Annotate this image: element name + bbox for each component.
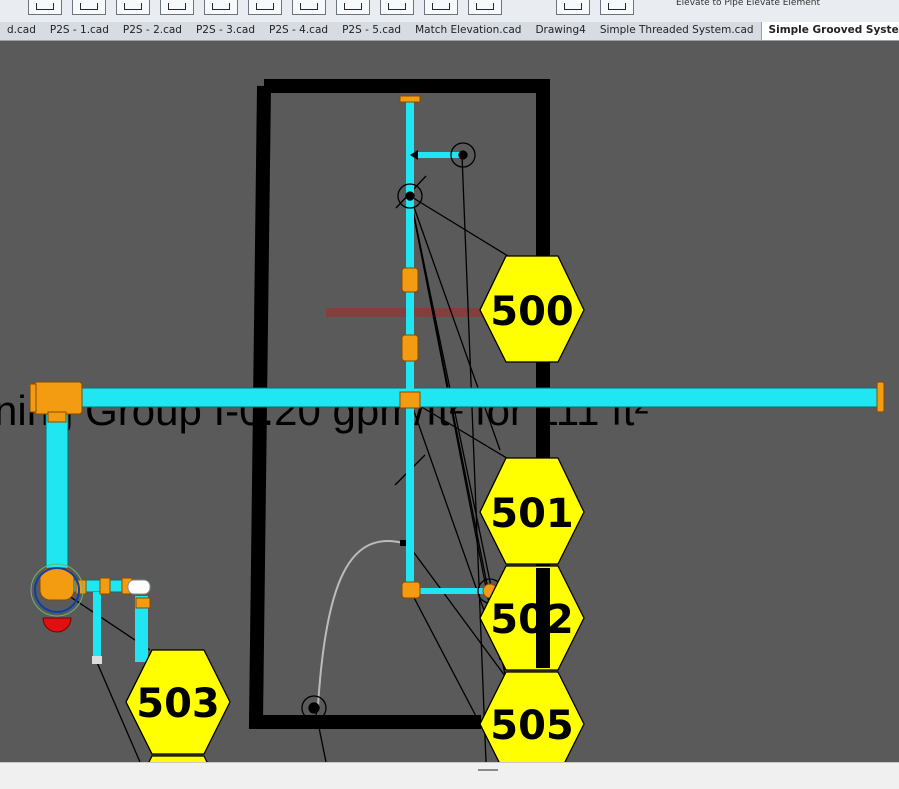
node-label-text: 500	[490, 289, 574, 335]
document-tab[interactable]: Match Elevation.cad	[408, 22, 528, 40]
ribbon-button-frame[interactable]	[336, 0, 370, 15]
document-tab[interactable]: P2S - 2.cad	[116, 22, 189, 40]
document-tab-label: d.cad	[7, 24, 36, 36]
bottom-panel	[0, 762, 899, 789]
document-tab-label: Match Elevation.cad	[415, 24, 522, 36]
ribbon-elevate-text: Elevate to Pipe Elevate Element	[676, 0, 820, 8]
ribbon-button-sheet[interactable]	[204, 0, 238, 15]
node-label-503[interactable]: 503	[125, 649, 231, 755]
pipe-fittings[interactable]	[29, 95, 885, 609]
document-tab-label: P2S - 1.cad	[49, 24, 109, 36]
document-tab-label: P2S - 2.cad	[122, 24, 182, 36]
ribbon-button-window[interactable]	[424, 0, 458, 15]
node-label-text: 501	[490, 491, 574, 537]
document-tab-label: Simple Threaded System.cad	[599, 24, 754, 36]
drawing-canvas[interactable]: ning Group I-0.20 gpm/ft² for 111 ft² 50…	[0, 41, 899, 762]
arm-pipe-top[interactable]	[414, 152, 460, 158]
document-tab[interactable]: P2S - 5.cad	[335, 22, 408, 40]
document-tab-label: P2S - 4.cad	[269, 24, 329, 36]
document-tab-label: Simple Grooved System.cad	[768, 24, 899, 36]
ribbon-button-table[interactable]	[116, 0, 150, 15]
ribbon-button-layout[interactable]	[556, 0, 590, 15]
node-label-text: 502	[490, 597, 574, 643]
document-tab[interactable]: P2S - 3.cad	[189, 22, 262, 40]
ribbon-button-fittings[interactable]	[160, 0, 194, 15]
document-tab-label: P2S - 5.cad	[342, 24, 402, 36]
node-label-502[interactable]: 502	[479, 565, 585, 671]
document-tab-bar: d.cad P2S - 1.cad P2S - 2.cad P2S - 3.cad P2…	[0, 22, 899, 41]
document-tab[interactable]: P2S - 4.cad	[262, 22, 335, 40]
ribbon-button-options[interactable]	[600, 0, 634, 15]
drop-pipe-left[interactable]	[45, 406, 69, 578]
document-tab[interactable]: Simple Threaded System.cad	[593, 22, 761, 40]
document-tab-label: Drawing4	[535, 24, 586, 36]
node-label-500[interactable]: 500	[479, 255, 585, 363]
panel-resize-grip[interactable]	[478, 769, 498, 771]
sprinkler-head[interactable]	[42, 617, 72, 633]
ribbon-button-grid[interactable]	[28, 0, 62, 15]
ribbon-button-layers[interactable]	[72, 0, 106, 15]
ribbon-toolbar: Elevate to Pipe Elevate Element	[0, 0, 899, 23]
document-tab-label: P2S - 3.cad	[195, 24, 256, 36]
ribbon-button-select[interactable]	[248, 0, 282, 15]
node-label-text: 505	[490, 703, 574, 749]
document-tab[interactable]: d.cad	[0, 22, 43, 40]
document-tab[interactable]: Drawing4	[528, 22, 592, 40]
ribbon-button-region[interactable]	[292, 0, 326, 15]
leader-lines	[59, 154, 511, 762]
document-tab[interactable]: P2S - 1.cad	[43, 22, 116, 40]
flex-drop	[317, 540, 404, 707]
node-label-501[interactable]: 501	[479, 457, 585, 565]
main-pipe[interactable]	[39, 387, 884, 408]
node-label-505[interactable]: 505	[479, 671, 585, 762]
ribbon-button-panel[interactable]	[468, 0, 502, 15]
document-tab[interactable]: Simple Grooved System.cad×	[760, 22, 899, 40]
ribbon-button-view[interactable]	[380, 0, 414, 15]
node-label-text: 503	[136, 681, 220, 727]
